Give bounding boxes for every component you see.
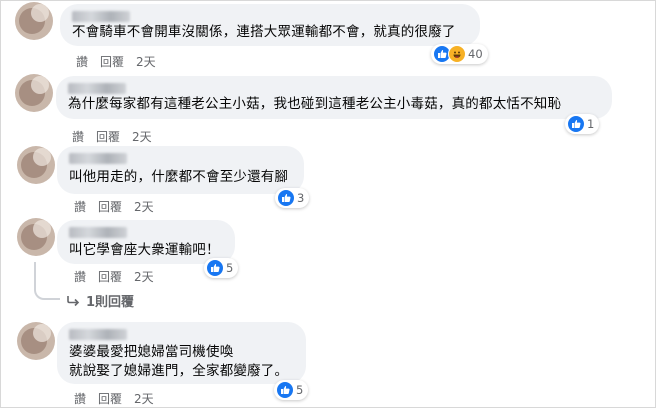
reaction-count: 5 <box>226 261 234 275</box>
comment-timestamp[interactable]: 2天 <box>134 198 154 215</box>
comment-timestamp[interactable]: 2天 <box>134 268 154 285</box>
reply-button[interactable]: 回覆 <box>98 268 122 285</box>
comment-bubble: 為什麼每家都有這種老公主小菇，我也碰到這種老公主小毒菇，真的都太恬不知恥 <box>56 76 612 119</box>
avatar[interactable] <box>15 2 53 40</box>
comment-actions: 讚回覆 2天 <box>74 390 166 407</box>
reply-button[interactable]: 回覆 <box>98 198 122 215</box>
view-replies-link[interactable]: 1則回覆 <box>66 291 134 310</box>
replies-count-label[interactable]: 1則回覆 <box>86 291 134 310</box>
comment-text: 為什麼每家都有這種老公主小菇，我也碰到這種老公主小毒菇，真的都太恬不知恥 <box>68 96 562 112</box>
commenter-name[interactable] <box>69 329 127 340</box>
reaction-summary[interactable]: 40 <box>431 44 488 64</box>
like-icon <box>277 189 295 207</box>
like-icon <box>206 259 224 277</box>
comment-bubble: 叫它學會座大衆運輸吧！ <box>57 220 235 264</box>
reaction-count: 1 <box>587 117 595 131</box>
comment-text: 叫他用走的，什麼都不會至少還有腳 <box>69 169 289 185</box>
reply-arrow-icon <box>67 295 80 306</box>
haha-icon <box>448 45 466 63</box>
reply-thread-connector <box>34 262 60 300</box>
comment-actions: 讚回覆 2天 <box>72 128 164 145</box>
reaction-count: 5 <box>296 383 304 397</box>
reaction-summary[interactable]: 1 <box>565 114 600 134</box>
comment-timestamp[interactable]: 2天 <box>132 128 152 145</box>
reply-button[interactable]: 回覆 <box>98 390 122 407</box>
reaction-summary[interactable]: 3 <box>275 188 310 208</box>
avatar[interactable] <box>17 322 55 360</box>
comment-timestamp[interactable]: 2天 <box>136 53 156 70</box>
reaction-count: 3 <box>297 191 305 205</box>
commenter-name[interactable] <box>72 11 130 22</box>
like-button[interactable]: 讚 <box>74 390 86 407</box>
avatar[interactable] <box>17 218 55 256</box>
comment-bubble: 婆婆最愛把媳婦當司機使喚 就說娶了媳婦進門，全家都變廢了。 <box>57 322 306 384</box>
commenter-name[interactable] <box>69 153 127 164</box>
avatar[interactable] <box>15 74 53 112</box>
comment-text-line: 婆婆最愛把媳婦當司機使喚 <box>69 344 234 360</box>
reply-button[interactable]: 回覆 <box>100 53 124 70</box>
comment-actions: 讚回覆 2天 <box>76 53 168 70</box>
comment-bubble: 叫他用走的，什麼都不會至少還有腳 <box>57 146 304 194</box>
like-icon <box>276 381 294 399</box>
comment-text: 叫它學會座大衆運輸吧！ <box>69 242 220 258</box>
comment-bubble: 不會騎車不會開車沒關係，連搭大眾運輸都不會，就真的很廢了 <box>60 4 480 46</box>
like-button[interactable]: 讚 <box>72 128 84 145</box>
like-button[interactable]: 讚 <box>74 198 86 215</box>
comment-timestamp[interactable]: 2天 <box>134 390 154 407</box>
like-button[interactable]: 讚 <box>76 53 88 70</box>
like-button[interactable]: 讚 <box>74 268 86 285</box>
avatar[interactable] <box>17 146 55 184</box>
reaction-summary[interactable]: 5 <box>274 380 309 400</box>
comment-actions: 讚回覆 2天 <box>74 268 166 285</box>
reaction-summary[interactable]: 5 <box>204 258 239 278</box>
reaction-count: 40 <box>468 47 483 61</box>
comment-actions: 讚回覆 2天 <box>74 198 166 215</box>
reply-button[interactable]: 回覆 <box>96 128 120 145</box>
commenter-name[interactable] <box>69 227 127 238</box>
comment-text-line: 就說娶了媳婦進門，全家都變廢了。 <box>69 363 289 379</box>
like-icon <box>567 115 585 133</box>
comment-text: 不會騎車不會開車沒關係，連搭大眾運輸都不會，就真的很廢了 <box>72 24 456 40</box>
commenter-name[interactable] <box>68 83 126 94</box>
